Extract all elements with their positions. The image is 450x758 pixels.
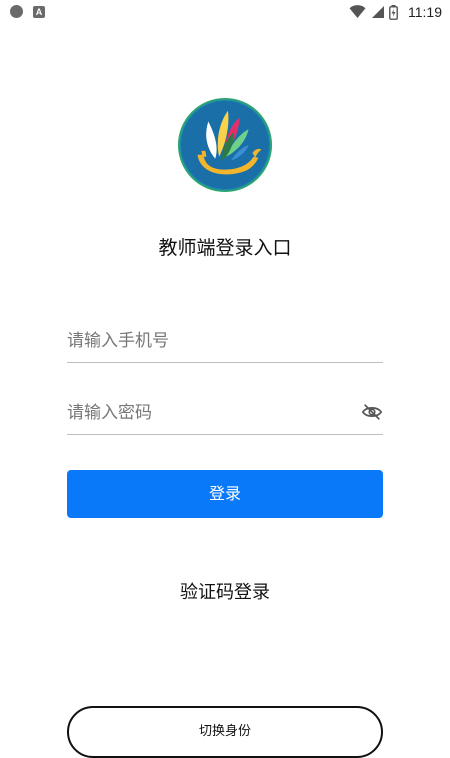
signal-icon — [372, 6, 384, 18]
password-input[interactable] — [67, 398, 347, 428]
notification-dot-icon — [10, 5, 23, 18]
status-icons: 11:19 — [349, 3, 442, 21]
switch-identity-button[interactable]: 切换身份 — [67, 706, 383, 758]
battery-icon — [389, 4, 398, 20]
code-login-link[interactable]: 验证码登录 — [0, 578, 450, 604]
a-icon: A — [33, 6, 45, 18]
page-title: 教师端登录入口 — [158, 237, 292, 259]
wifi-icon — [349, 5, 366, 18]
status-time: 11:19 — [408, 4, 442, 20]
eye-off-icon[interactable] — [361, 402, 383, 422]
status-bar: A 11:19 — [0, 0, 450, 24]
password-field — [67, 390, 383, 435]
login-button[interactable]: 登录 — [67, 470, 383, 518]
phone-input[interactable] — [67, 326, 347, 356]
phone-field — [67, 318, 383, 363]
school-logo-icon — [176, 96, 274, 194]
